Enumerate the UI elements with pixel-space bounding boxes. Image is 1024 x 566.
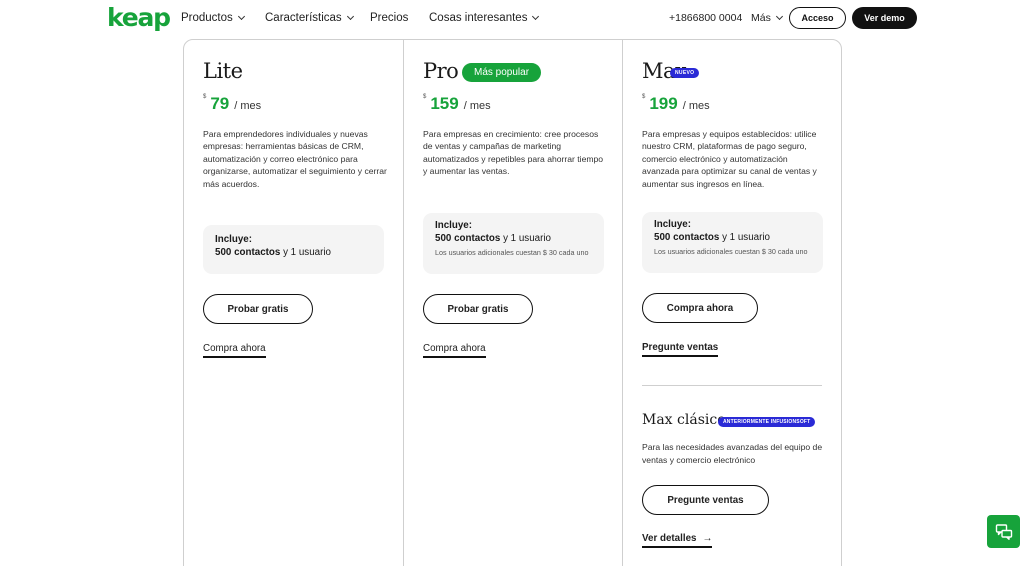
max-classic-description: Para las necesidades avanzadas del equip…	[642, 442, 823, 465]
includes-main: 500 contactos y 1 usuario	[215, 246, 372, 260]
plan-description: Para empresas en crecimiento: cree proce…	[423, 129, 604, 177]
includes-box: Incluye: 500 contactos y 1 usuario Los u…	[423, 213, 604, 274]
demo-button[interactable]: Ver demo	[852, 7, 917, 29]
phone-link[interactable]: +1866800 0004	[669, 0, 742, 36]
currency-symbol: $	[423, 94, 427, 100]
includes-title: Incluye:	[654, 219, 692, 230]
includes-box: Incluye: 500 contactos y 1 usuario Los u…	[642, 212, 823, 273]
price-period: / mes	[463, 100, 491, 112]
nav-precios-label: Precios	[370, 12, 409, 24]
chevron-down-icon	[237, 12, 245, 20]
includes-note: Los usuarios adicionales cuestan $ 30 ca…	[435, 248, 589, 257]
plan-card-lite: Lite $ 79 / mes Para emprendedores indiv…	[184, 40, 403, 566]
nav-cosas-interesantes-label: Cosas interesantes	[429, 12, 528, 24]
includes-users: y 1 usuario	[500, 233, 551, 244]
includes-title: Incluye:	[435, 220, 473, 231]
nav-productos-label: Productos	[181, 12, 233, 24]
arrow-right-icon: →	[702, 533, 713, 544]
ask-sales-link[interactable]: Pregunte ventas	[642, 342, 719, 357]
popular-badge: Más popular	[462, 63, 542, 82]
chat-widget-button[interactable]	[987, 515, 1020, 548]
includes-main: 500 contactos y 1 usuario	[654, 231, 811, 245]
price-amount: 79	[210, 94, 230, 113]
chat-icon	[995, 523, 1012, 540]
nav-caracteristicas[interactable]: Características	[265, 0, 354, 36]
buy-now-link[interactable]: Compra ahora	[423, 343, 486, 358]
nav-productos[interactable]: Productos	[181, 0, 245, 36]
price-amount: 199	[649, 94, 678, 113]
nav-precios[interactable]: Precios	[370, 0, 408, 36]
plan-name: Lite	[203, 59, 243, 83]
plan-card-max: Max NUEVO $ 199 / mes Para empresas y eq…	[622, 40, 841, 566]
plan-name: Pro	[423, 59, 459, 83]
more-menu-label: Más	[751, 12, 771, 24]
includes-users: y 1 usuario	[719, 232, 770, 243]
max-classic-title: Max clásico	[642, 412, 726, 428]
try-free-button[interactable]: Probar gratis	[203, 294, 313, 324]
plan-card-pro: Pro Más popular $ 159 / mes Para empresa…	[403, 40, 622, 566]
includes-contacts: 500 contactos	[215, 247, 281, 258]
more-menu[interactable]: Más	[751, 0, 783, 36]
phone-number: +1866800 0004	[669, 12, 743, 24]
includes-users: y 1 usuario	[280, 247, 331, 258]
nav-caracteristicas-label: Características	[265, 12, 342, 24]
includes-main: 500 contactos y 1 usuario	[435, 232, 592, 246]
nav-cosas-interesantes[interactable]: Cosas interesantes	[429, 0, 540, 36]
pricing-table: Lite $ 79 / mes Para emprendedores indiv…	[183, 39, 842, 566]
plan-description: Para emprendedores individuales y nuevas…	[203, 129, 387, 189]
formerly-infusionsoft-badge: ANTERIORMENTE INFUSIONSOFT	[718, 417, 816, 427]
includes-note: Los usuarios adicionales cuestan $ 30 ca…	[654, 247, 808, 256]
logo-text: keap	[107, 3, 171, 32]
try-free-button[interactable]: Probar gratis	[423, 294, 533, 324]
buy-now-link[interactable]: Compra ahora	[203, 343, 266, 358]
keap-logo[interactable]: keap	[107, 3, 171, 32]
includes-contacts: 500 contactos	[435, 233, 501, 244]
plan-price: $ 79 / mes	[203, 94, 261, 114]
chevron-down-icon	[532, 12, 540, 20]
view-details-label: Ver detalles	[642, 533, 697, 544]
site-header: keap Productos Características Precios C…	[0, 0, 1024, 38]
price-amount: 159	[430, 94, 459, 113]
price-period: / mes	[234, 100, 262, 112]
includes-title: Incluye:	[215, 234, 253, 245]
includes-box: Incluye: 500 contactos y 1 usuario	[203, 225, 384, 274]
chevron-down-icon	[346, 12, 354, 20]
buy-now-button[interactable]: Compra ahora	[642, 293, 758, 323]
currency-symbol: $	[642, 94, 646, 100]
chevron-down-icon	[775, 12, 783, 20]
currency-symbol: $	[203, 94, 207, 100]
plan-price: $ 199 / mes	[642, 94, 710, 114]
plan-description: Para empresas y equipos establecidos: ut…	[642, 129, 817, 189]
ask-sales-button[interactable]: Pregunte ventas	[642, 485, 769, 515]
new-badge: NUEVO	[670, 68, 700, 78]
includes-contacts: 500 contactos	[654, 232, 720, 243]
section-divider	[642, 385, 822, 386]
login-button[interactable]: Acceso	[789, 7, 846, 29]
price-period: / mes	[682, 100, 710, 112]
view-details-link[interactable]: Ver detalles →	[642, 533, 713, 548]
plan-price: $ 159 / mes	[423, 94, 491, 114]
